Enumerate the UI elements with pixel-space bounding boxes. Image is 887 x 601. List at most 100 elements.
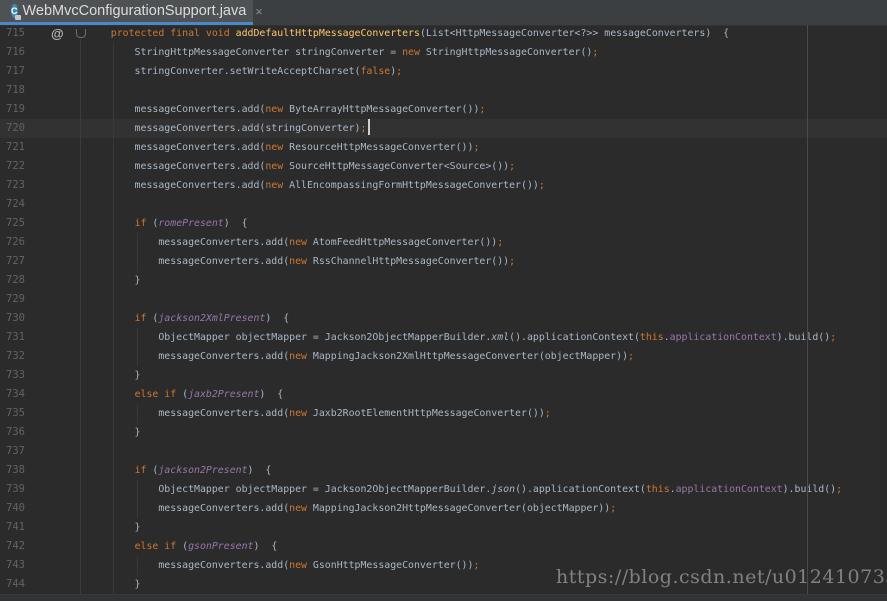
code-token: if bbox=[134, 218, 153, 229]
code-text: messageConverters.add(stringConverter); bbox=[87, 119, 367, 138]
line-number: 729 bbox=[6, 293, 25, 305]
code-line[interactable]: 725 if (romePresent) { bbox=[0, 214, 887, 233]
fold-icon[interactable] bbox=[76, 29, 86, 38]
code-token: else if bbox=[134, 389, 183, 400]
code-token: ) { bbox=[253, 541, 278, 552]
code-token: messageConverters.add( bbox=[87, 237, 290, 248]
code-line[interactable]: 733 } bbox=[0, 366, 887, 385]
code-text: messageConverters.add(new AllEncompassin… bbox=[87, 176, 545, 195]
code-token: ; bbox=[473, 560, 480, 571]
code-line[interactable]: 739 ObjectMapper objectMapper = Jackson2… bbox=[0, 480, 887, 499]
code-line[interactable]: 720 messageConverters.add(stringConverte… bbox=[0, 119, 887, 138]
code-text: messageConverters.add(new MappingJackson… bbox=[87, 499, 616, 518]
code-token: xml bbox=[491, 332, 510, 343]
code-token: RssChannelHttpMessageConverter()) bbox=[312, 256, 510, 267]
code-token: messageConverters.add( bbox=[87, 560, 290, 571]
code-text: else if (gsonPresent) { bbox=[87, 537, 278, 556]
code-token: ) { bbox=[223, 218, 248, 229]
indent-guide bbox=[137, 328, 138, 366]
editor-tab[interactable]: C WebMvcConfigurationSupport.java × bbox=[0, 0, 263, 25]
code-line[interactable]: 723 messageConverters.add(new AllEncompa… bbox=[0, 176, 887, 195]
code-token: ; bbox=[836, 484, 843, 495]
code-line[interactable]: 730 if (jackson2XmlPresent) { bbox=[0, 309, 887, 328]
close-icon[interactable]: × bbox=[255, 4, 263, 19]
code-text: ObjectMapper objectMapper = Jackson2Obje… bbox=[87, 328, 836, 347]
line-number: 741 bbox=[6, 521, 25, 533]
code-token: if bbox=[134, 313, 153, 324]
code-token: new bbox=[289, 408, 313, 419]
code-token: StringHttpMessageConverter() bbox=[425, 47, 593, 58]
line-number: 733 bbox=[6, 369, 25, 381]
code-token: this bbox=[639, 332, 664, 343]
code-line[interactable]: 722 messageConverters.add(new SourceHttp… bbox=[0, 157, 887, 176]
code-line[interactable]: 726 messageConverters.add(new AtomFeedHt… bbox=[0, 233, 887, 252]
code-text: StringHttpMessageConverter stringConvert… bbox=[87, 43, 599, 62]
code-token: ResourceHttpMessageConverter()) bbox=[289, 142, 474, 153]
code-token: stringConverter.setWriteAcceptCharset( bbox=[87, 66, 361, 77]
code-text: if (jackson2XmlPresent) { bbox=[87, 309, 290, 328]
code-line[interactable]: 731 ObjectMapper objectMapper = Jackson2… bbox=[0, 328, 887, 347]
code-text: messageConverters.add(new Jaxb2RootEleme… bbox=[87, 404, 550, 423]
code-token: ; bbox=[538, 180, 545, 191]
code-line[interactable]: 715 protected final void addDefaultHttpM… bbox=[0, 24, 887, 43]
code-token: new bbox=[265, 142, 290, 153]
code-line[interactable]: 738 if (jackson2Present) { bbox=[0, 461, 887, 480]
lock-icon bbox=[14, 15, 21, 20]
code-token: new bbox=[289, 560, 313, 571]
code-line[interactable]: 732 messageConverters.add(new MappingJac… bbox=[0, 347, 887, 366]
line-number: 742 bbox=[6, 540, 25, 552]
line-number: 716 bbox=[6, 46, 25, 58]
code-line[interactable]: 737 bbox=[0, 442, 887, 461]
code-line[interactable]: 741 } bbox=[0, 518, 887, 537]
indent-guide bbox=[137, 556, 138, 575]
code-token: else if bbox=[134, 541, 183, 552]
code-line[interactable]: 729 bbox=[0, 290, 887, 309]
code-line[interactable]: 724 bbox=[0, 195, 887, 214]
code-line[interactable]: 728 } bbox=[0, 271, 887, 290]
code-line[interactable]: 717 stringConverter.setWriteAcceptCharse… bbox=[0, 62, 887, 81]
code-token: ; bbox=[628, 351, 634, 362]
line-number: 717 bbox=[6, 65, 25, 77]
right-margin-guide bbox=[807, 25, 808, 595]
code-token: SourceHttpMessageConverter<Source>()) bbox=[289, 161, 510, 172]
code-editor[interactable]: 715 protected final void addDefaultHttpM… bbox=[0, 24, 887, 594]
code-text: messageConverters.add(new SourceHttpMess… bbox=[87, 157, 516, 176]
code-line[interactable]: 735 messageConverters.add(new Jaxb2RootE… bbox=[0, 404, 887, 423]
code-line[interactable]: 736 } bbox=[0, 423, 887, 442]
code-token: json bbox=[491, 484, 516, 495]
code-text: else if (jaxb2Present) { bbox=[87, 385, 284, 404]
code-line[interactable]: 718 bbox=[0, 81, 887, 100]
code-token: ; bbox=[497, 237, 504, 248]
code-text: if (jackson2Present) { bbox=[87, 461, 272, 480]
line-number: 731 bbox=[6, 331, 25, 343]
indent-guide bbox=[137, 233, 138, 271]
code-token: ).build() bbox=[776, 332, 831, 343]
code-token: applicationContext bbox=[675, 484, 783, 495]
code-line[interactable]: 721 messageConverters.add(new ResourceHt… bbox=[0, 138, 887, 157]
line-number: 715 bbox=[6, 27, 25, 39]
code-token: protected final void bbox=[110, 28, 236, 39]
code-token: jackson2Present bbox=[158, 465, 248, 476]
code-line[interactable]: 740 messageConverters.add(new MappingJac… bbox=[0, 499, 887, 518]
code-line[interactable]: 742 else if (gsonPresent) { bbox=[0, 537, 887, 556]
indent-guide bbox=[137, 480, 138, 518]
code-token: new bbox=[289, 503, 313, 514]
code-line[interactable]: 734 else if (jaxb2Present) { bbox=[0, 385, 887, 404]
code-line[interactable]: 719 messageConverters.add(new ByteArrayH… bbox=[0, 100, 887, 119]
code-line[interactable]: 716 StringHttpMessageConverter stringCon… bbox=[0, 43, 887, 62]
code-text: messageConverters.add(new ResourceHttpMe… bbox=[87, 138, 480, 157]
code-token: romePresent bbox=[158, 218, 224, 229]
code-line[interactable]: 727 messageConverters.add(new RssChannel… bbox=[0, 252, 887, 271]
code-text: if (romePresent) { bbox=[87, 214, 248, 233]
code-token: new bbox=[402, 47, 426, 58]
code-token: ByteArrayHttpMessageConverter()) bbox=[289, 104, 480, 115]
override-marker-icon[interactable]: @ bbox=[51, 24, 64, 43]
line-number: 736 bbox=[6, 426, 25, 438]
code-text: messageConverters.add(new ByteArrayHttpM… bbox=[87, 100, 486, 119]
code-token: new bbox=[265, 161, 290, 172]
line-number: 730 bbox=[6, 312, 25, 324]
code-token: AllEncompassingFormHttpMessageConverter(… bbox=[289, 180, 539, 191]
code-text: messageConverters.add(new MappingJackson… bbox=[87, 347, 634, 366]
